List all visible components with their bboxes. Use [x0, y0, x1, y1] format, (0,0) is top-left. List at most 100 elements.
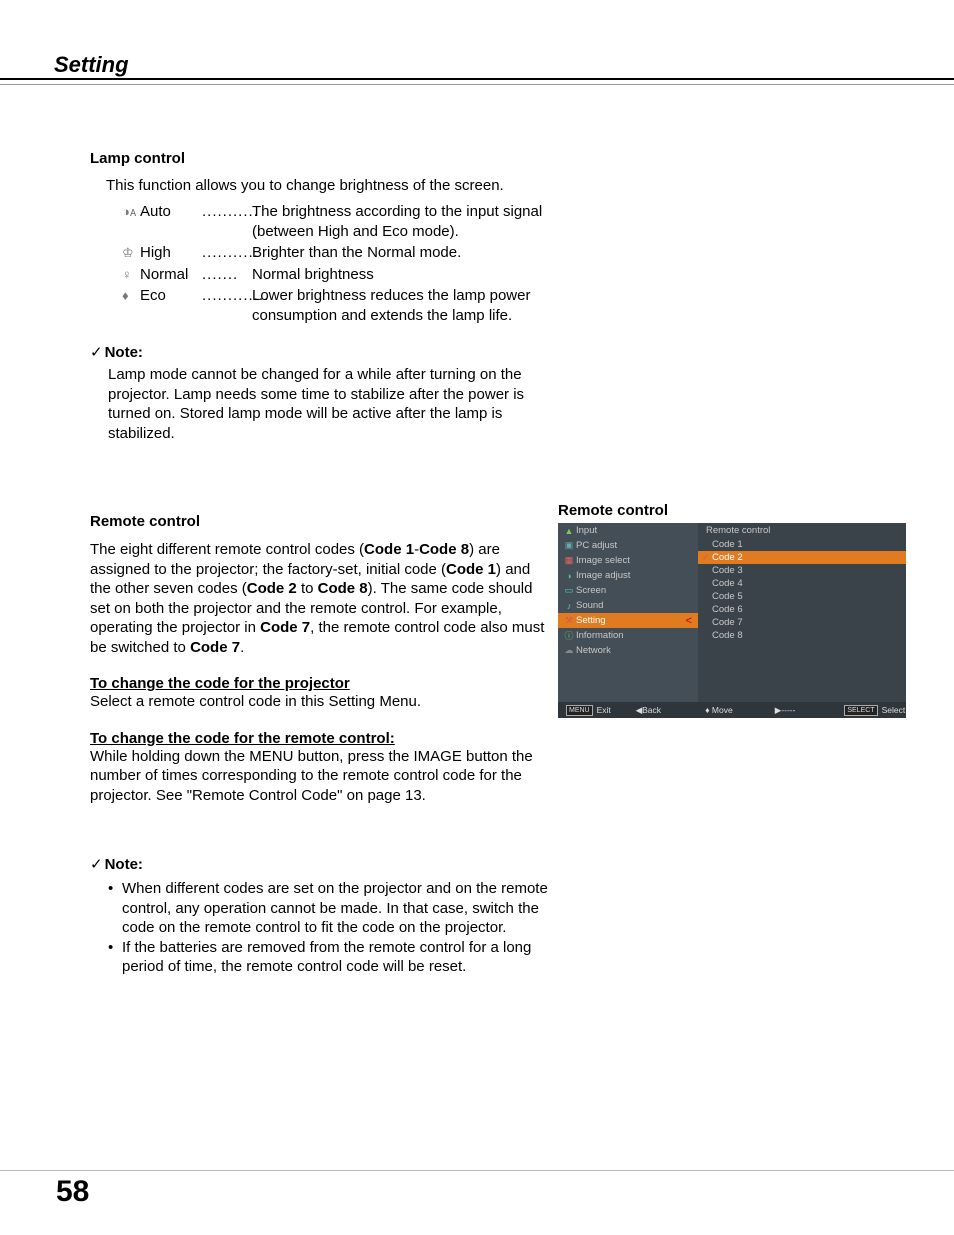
- osd-foot-select: SELECT Select: [836, 705, 906, 716]
- osd-menu-label: Setting: [576, 615, 606, 626]
- osd-code-option[interactable]: Code 3: [698, 564, 906, 577]
- lamp-auto-icon: ◑ᴀ: [122, 204, 140, 221]
- osd-menu-label: Network: [576, 645, 611, 656]
- osd-menu-item-pc-adjust[interactable]: ▣PC adjust: [558, 538, 698, 553]
- lamp-mode-auto: ◑ᴀ Auto ........... The brightness accor…: [122, 202, 550, 241]
- osd-code-option[interactable]: Code 8: [698, 629, 906, 642]
- osd-code-label: Code 1: [712, 539, 743, 550]
- lamp-dots: .......: [202, 265, 252, 285]
- osd-code-label: Code 2: [712, 552, 743, 563]
- osd-menu-item-screen[interactable]: ▭Screen: [558, 583, 698, 598]
- lamp-mode-list: ◑ᴀ Auto ........... The brightness accor…: [122, 202, 550, 325]
- change-code-projector-body: Select a remote control code in this Set…: [90, 692, 550, 712]
- osd-foot-back: ◀Back: [628, 705, 698, 716]
- remote-control-heading: Remote control: [90, 513, 550, 530]
- lamp-mode-desc: Brighter than the Normal mode.: [252, 243, 550, 263]
- osd-code-option[interactable]: Code 4: [698, 577, 906, 590]
- checkmark-icon: ✓: [702, 552, 710, 563]
- osd-menu-item-input[interactable]: ▲Input: [558, 523, 698, 538]
- osd-code-option[interactable]: Code 5: [698, 590, 906, 603]
- osd-menu-label: Screen: [576, 585, 606, 596]
- page-number: 58: [56, 1175, 89, 1209]
- lamp-dots: ...........: [202, 202, 252, 222]
- osd-foot-label: Exit: [597, 705, 611, 715]
- osd-menu-label: PC adjust: [576, 540, 617, 551]
- lamp-note-body: Lamp mode cannot be changed for a while …: [108, 365, 550, 443]
- lamp-mode-desc: Normal brightness: [252, 265, 550, 285]
- osd-code-list: Code 1✓Code 2Code 3Code 4 Code 5 Code 6 Cod…: [698, 538, 906, 642]
- osd-menu-item-setting[interactable]: ⚒Setting <: [558, 613, 698, 628]
- osd-menu-item-information[interactable]: ⓘInformation: [558, 628, 698, 643]
- lamp-note-heading: ✓Note:: [90, 343, 550, 361]
- remote-note-heading: ✓Note:: [90, 855, 550, 873]
- chevron-left-icon: <: [686, 615, 692, 627]
- text: The eight different remote control codes…: [90, 541, 364, 558]
- osd-code-option[interactable]: Code 7: [698, 616, 906, 629]
- osd-menu-item-image-adjust[interactable]: ◑Image adjust: [558, 568, 698, 583]
- bullet-icon: •: [108, 938, 122, 977]
- note-label: Note:: [105, 856, 143, 873]
- lamp-mode-desc: Lower brightness reduces the lamp power …: [252, 286, 550, 325]
- osd-code-label: Code 7: [712, 617, 743, 628]
- osd-caption: Remote control: [558, 502, 906, 519]
- change-code-remote-heading: To change the code for the remote contro…: [90, 730, 550, 747]
- lamp-normal-icon: ♀: [122, 267, 140, 284]
- left-column: Lamp control This function allows you to…: [90, 150, 550, 977]
- lamp-eco-icon: ♦: [122, 288, 140, 305]
- check-icon: ✓: [90, 344, 103, 361]
- lamp-control-heading: Lamp control: [90, 150, 550, 167]
- lamp-mode-desc: The brightness according to the input si…: [252, 202, 550, 241]
- lamp-mode-label: High: [140, 243, 202, 263]
- note-label: Note:: [105, 344, 143, 361]
- lamp-dots: .............: [202, 286, 252, 306]
- remote-note-bullets: • When different codes are set on the pr…: [90, 879, 550, 977]
- osd-menu-item-image-select[interactable]: ▦Image select: [558, 553, 698, 568]
- remote-control-section: Remote control The eight different remot…: [90, 513, 550, 977]
- change-code-projector-heading: To change the code for the projector: [90, 675, 550, 692]
- lamp-mode-label: Auto: [140, 202, 202, 222]
- change-code-remote-body: While holding down the MENU button, pres…: [90, 747, 550, 806]
- osd-panel-header: Remote control: [698, 523, 906, 538]
- list-item: • If the batteries are removed from the …: [108, 938, 550, 977]
- code-ref: Code 2: [247, 580, 297, 597]
- osd-code-option[interactable]: Code 1: [698, 538, 906, 551]
- remote-control-paragraph: The eight different remote control codes…: [90, 540, 550, 657]
- osd-code-label: Code 6: [712, 604, 743, 615]
- osd-panel-fill: [698, 642, 906, 702]
- image-select-icon: ▦: [562, 555, 576, 566]
- pc-adjust-icon: ▣: [562, 540, 576, 551]
- title-rule: [0, 78, 954, 80]
- osd-menu-label: Information: [576, 630, 624, 641]
- osd-code-option[interactable]: ✓Code 2: [698, 551, 906, 564]
- text: .: [240, 639, 244, 656]
- osd-code-label: Code 5: [712, 591, 743, 602]
- osd-menu-label: Sound: [576, 600, 603, 611]
- osd-code-label: Code 4: [712, 578, 743, 589]
- screen-icon: ▭: [562, 585, 576, 596]
- osd-menu-label: Input: [576, 525, 597, 536]
- information-icon: ⓘ: [562, 629, 576, 642]
- title-rule-thin: [0, 84, 954, 85]
- image-adjust-icon: ◑: [562, 571, 576, 581]
- check-icon: ✓: [90, 856, 103, 873]
- bullet-text: If the batteries are removed from the re…: [122, 938, 550, 977]
- setting-icon: ⚒: [562, 615, 576, 626]
- osd-foot-move: ♦ Move: [697, 705, 767, 715]
- osd-foot-label: Select: [882, 705, 906, 715]
- lamp-mode-label: Normal: [140, 265, 202, 285]
- lamp-control-intro: This function allows you to change brigh…: [106, 177, 550, 194]
- footer-rule: [0, 1170, 954, 1171]
- osd-screenshot: ▲Input▣PC adjust▦Image select◑Image adju…: [558, 523, 906, 718]
- osd-code-label: Code 8: [712, 630, 743, 641]
- osd-menu-item-network[interactable]: ☁Network: [558, 643, 698, 658]
- network-icon: ☁: [562, 645, 576, 656]
- input-icon: ▲: [562, 526, 576, 536]
- osd-code-option[interactable]: Code 6: [698, 603, 906, 616]
- select-key-icon: SELECT: [844, 705, 877, 716]
- code-ref: Code 7: [190, 639, 240, 656]
- osd-menu-item-sound[interactable]: ♪Sound: [558, 598, 698, 613]
- bullet-icon: •: [108, 879, 122, 938]
- lamp-mode-label: Eco: [140, 286, 202, 306]
- code-ref: Code 7: [260, 619, 310, 636]
- osd-menu-label: Image adjust: [576, 570, 630, 581]
